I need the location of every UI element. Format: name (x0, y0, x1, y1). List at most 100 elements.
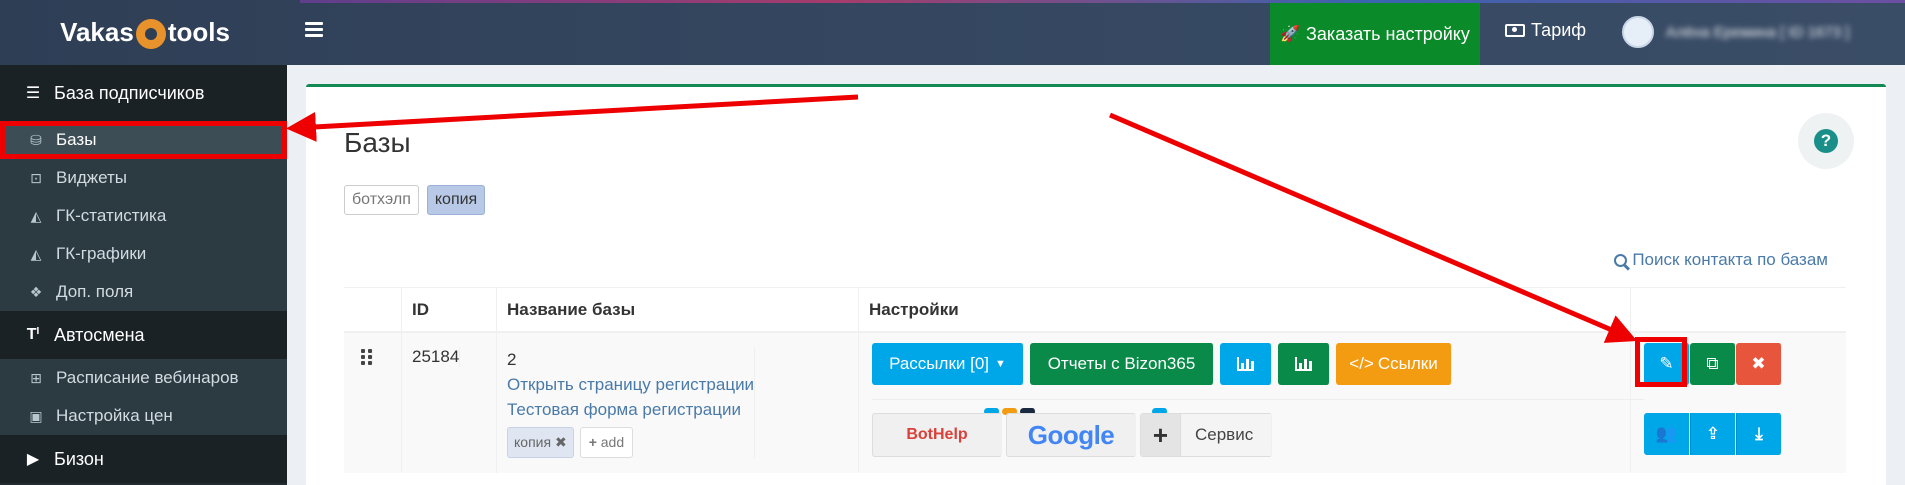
help-button[interactable]: ? (1798, 113, 1854, 169)
column-header-actions (1631, 288, 1846, 331)
sidebar-item-label: Виджеты (56, 168, 128, 187)
sidebar-submenu-autoswitch: ⊞ Расписание вебинаров ▣ Настройка цен (0, 359, 287, 435)
filter-tag[interactable]: копия (426, 185, 486, 215)
logo-gear-icon (135, 18, 166, 49)
close-icon: ✖ (1751, 354, 1766, 373)
bothelp-logo: BotHelp (906, 426, 968, 443)
service-label: Сервис (1195, 425, 1254, 444)
copy-button[interactable]: ⧉ (1690, 343, 1736, 385)
google-logo: Google (1027, 419, 1115, 450)
calendar-plus-icon: ⊞ (30, 369, 42, 386)
table-row: 25184 2 Открыть страницу регистрации Тес… (344, 333, 1846, 473)
chart-blue-button[interactable] (1220, 343, 1272, 385)
mailings-dropdown-button[interactable]: Рассылки [0] ▼ (872, 343, 1024, 385)
sidebar-item-gk-graphs[interactable]: ◭ ГК-графики (0, 235, 287, 273)
list-icon: ☰ (25, 85, 41, 102)
links-button[interactable]: </> Ссылки (1336, 343, 1452, 385)
bothelp-service-button[interactable]: BotHelp (872, 413, 1002, 457)
section-label: База подписчиков (54, 82, 205, 103)
sidebar-submenu-subscribers: ⛁ Базы ⊡ Виджеты ◭ ГК-статистика ◭ ГК-гр… (0, 121, 287, 311)
logo-text-right: tools (167, 17, 230, 47)
chart-green-button[interactable] (1278, 343, 1330, 385)
remove-tag-icon[interactable]: ✖ (555, 434, 567, 450)
sidebar-section-subscribers[interactable]: ☰ База подписчиков (0, 65, 287, 121)
money-bill-icon (1505, 24, 1525, 37)
links-label: Ссылки (1377, 354, 1438, 373)
tariff-link[interactable]: Тариф (1505, 20, 1586, 41)
sidebar-item-price-settings[interactable]: ▣ Настройка цен (0, 397, 287, 435)
add-tag-label: add (600, 434, 625, 450)
bases-table: ID Название базы Настройки 25184 2 Откры… (344, 287, 1846, 473)
cubes-icon: ❖ (29, 283, 43, 300)
users-button[interactable]: 👥 (1644, 413, 1690, 455)
top-navbar: Vakas tools 🚀 Заказать настройку Тариф А… (0, 0, 1905, 65)
add-tag-button[interactable]: + add (579, 427, 634, 458)
code-icon: </> (1349, 354, 1374, 373)
sidebar-item-label: Расписание вебинаров (56, 368, 239, 387)
youtube-icon: ▶ (26, 451, 40, 468)
add-service-button[interactable]: + Сервис (1140, 413, 1272, 457)
copy-icon: ⧉ (1706, 354, 1719, 373)
mailings-label: Рассылки [0] (889, 354, 990, 373)
sidebar-section-bizon[interactable]: ▶ Бизон (0, 435, 287, 483)
bar-chart-icon (1237, 357, 1254, 371)
avatar (1622, 16, 1654, 48)
money-icon: ▣ (29, 407, 43, 424)
logo-text-left: Vakas (60, 17, 134, 47)
delete-button[interactable]: ✖ (1736, 343, 1782, 385)
filter-tag[interactable]: ботхэлп (344, 185, 419, 215)
rocket-icon: 🚀 (1280, 26, 1301, 43)
column-header-id: ID (402, 288, 497, 331)
search-contact-label: Поиск контакта по базам (1632, 250, 1828, 269)
base-name-block: 2 Открыть страницу регистрации Тестовая … (507, 347, 756, 458)
sidebar-item-label: ГК-статистика (56, 206, 167, 225)
base-id: 25184 (412, 347, 461, 367)
sidebar-item-label: Настройка цен (56, 406, 173, 425)
bizon-reports-label: Отчеты с Bizon365 (1047, 354, 1196, 373)
user-name: Алёна Еремина [ ID 1673 ] (1666, 23, 1850, 41)
menu-toggle-icon[interactable] (305, 22, 323, 38)
divider (872, 399, 1644, 400)
test-form-link[interactable]: Тестовая форма регистрации (507, 397, 754, 422)
download-icon: ⤓ (1755, 424, 1763, 443)
sidebar-item-extra-fields[interactable]: ❖ Доп. поля (0, 273, 287, 311)
plus-icon: + (1141, 414, 1181, 456)
base-name: 2 (507, 350, 517, 369)
bizon-reports-button[interactable]: Отчеты с Bizon365 (1030, 343, 1214, 385)
sidebar-item-label: Базы (56, 130, 97, 149)
drag-handle-icon[interactable] (361, 349, 373, 365)
sidebar-item-gk-stats[interactable]: ◭ ГК-статистика (0, 197, 287, 235)
column-header-settings: Настройки (859, 288, 1631, 331)
download-button[interactable]: ⤓ (1736, 413, 1782, 455)
section-label: Автосмена (54, 324, 145, 345)
sidebar-item-label: Доп. поля (56, 282, 134, 301)
sidebar: ☰ База подписчиков ⛁ Базы ⊡ Виджеты ◭ ГК… (0, 65, 287, 485)
plus-icon: + (588, 434, 597, 450)
column-header-name: Название базы (497, 288, 859, 331)
bar-chart-icon (1295, 357, 1312, 371)
base-tag[interactable]: копия ✖ (507, 427, 574, 458)
sidebar-item-webinar-schedule[interactable]: ⊞ Расписание вебинаров (0, 359, 287, 397)
search-contact-link[interactable]: Поиск контакта по базам (1614, 250, 1828, 270)
upload-icon: ⇪ (1705, 424, 1721, 443)
open-registration-link[interactable]: Открыть страницу регистрации (507, 372, 754, 397)
upload-button[interactable]: ⇪ (1690, 413, 1736, 455)
users-icon: 👥 (1655, 424, 1678, 443)
page-title: Базы (344, 127, 411, 158)
area-chart-icon: ◭ (30, 245, 42, 262)
logo[interactable]: Vakas tools (0, 0, 290, 65)
google-service-button[interactable]: Google (1006, 413, 1136, 457)
filter-tags: ботхэлп копия (344, 185, 486, 215)
search-icon (1614, 253, 1628, 267)
user-menu[interactable]: Алёна Еремина [ ID 1673 ] (1622, 16, 1849, 48)
main-panel: Базы ? ботхэлп копия Поиск контакта по б… (306, 84, 1886, 485)
caret-down-icon: ▼ (995, 358, 1006, 370)
tariff-label: Тариф (1531, 20, 1587, 40)
order-setup-button[interactable]: 🚀 Заказать настройку (1270, 3, 1480, 65)
database-icon: ⛁ (30, 131, 42, 148)
text-icon: TI (26, 326, 40, 343)
sidebar-item-widgets[interactable]: ⊡ Виджеты (0, 159, 287, 197)
sidebar-item-bases[interactable]: ⛁ Базы (0, 121, 287, 159)
sidebar-item-label: ГК-графики (56, 244, 147, 263)
sidebar-section-autoswitch[interactable]: TI Автосмена (0, 311, 287, 359)
